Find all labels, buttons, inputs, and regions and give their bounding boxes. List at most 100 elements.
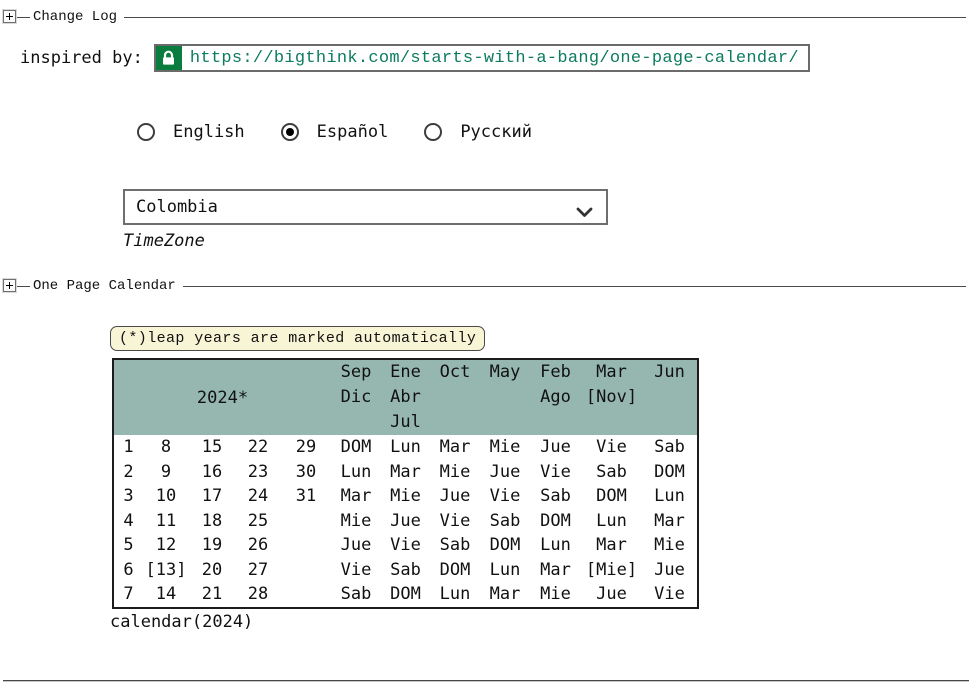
section-one-page-calendar: One Page Calendar <box>3 278 966 296</box>
calendar-cell: 19 <box>189 533 235 558</box>
calendar-cell: DOM <box>642 460 698 485</box>
calendar-cell: Lun <box>381 435 430 460</box>
calendar-cell: Sab <box>581 460 642 485</box>
timezone-dropdown[interactable]: Colombia <box>123 189 608 225</box>
calendar-cell: Mar <box>581 533 642 558</box>
expand-plus-icon[interactable] <box>3 10 16 23</box>
calendar-cell: Sab <box>331 582 381 608</box>
calendar-cell: [13] <box>143 558 189 583</box>
section-change-log: Change Log <box>3 9 966 27</box>
radio-option-russian[interactable]: Русский <box>424 122 532 142</box>
expand-plus-icon[interactable] <box>3 279 16 292</box>
one-page-calendar-table: 2024* Sep Dic Ene Abr Jul Oct May <box>112 358 699 609</box>
radio-label-english[interactable]: English <box>173 122 245 142</box>
calendar-year: 2024* <box>114 360 331 435</box>
calendar-row: 4 11 18 25 Mie Jue Vie Sab DOM Lun Mar <box>113 509 698 534</box>
calendar-year-cell: 2024* <box>113 359 331 435</box>
calendar-cell: 18 <box>189 509 235 534</box>
calendar-cell: Sab <box>381 558 430 583</box>
timezone-caption: TimeZone <box>123 231 205 251</box>
radio-button-russian[interactable] <box>424 123 442 141</box>
calendar-cell: Jue <box>331 533 381 558</box>
calendar-row: 6 [13] 20 27 Vie Sab DOM Lun Mar [Mie] J… <box>113 558 698 583</box>
calendar-cell: Mie <box>480 435 530 460</box>
calendar-cell: Mie <box>642 533 698 558</box>
calendar-cell: Mie <box>430 460 480 485</box>
calendar-cell <box>281 533 331 558</box>
calendar-cell: 7 <box>113 582 143 608</box>
calendar-month-column: Feb Ago <box>530 359 581 435</box>
url-text[interactable]: https://bigthink.com/starts-with-a-bang/… <box>182 46 808 70</box>
calendar-cell: Vie <box>331 558 381 583</box>
calendar-cell: 1 <box>113 435 143 460</box>
calendar-cell: Mar <box>331 484 381 509</box>
calendar-cell: 2 <box>113 460 143 485</box>
section-rule <box>3 17 966 18</box>
calendar-cell: Jue <box>430 484 480 509</box>
calendar-cell <box>281 558 331 583</box>
calendar-cell: DOM <box>480 533 530 558</box>
calendar-cell: Sab <box>480 509 530 534</box>
calendar-cell: Jue <box>642 558 698 583</box>
calendar-cell: 17 <box>189 484 235 509</box>
calendar-cell: 23 <box>235 460 281 485</box>
plus-icon-bar <box>9 282 10 289</box>
calendar-cell: Mar <box>381 460 430 485</box>
calendar-row: 1 8 15 22 29 DOM Lun Mar Mie Jue Vie Sab <box>113 435 698 460</box>
calendar-cell: 28 <box>235 582 281 608</box>
radio-option-espanol[interactable]: Español <box>281 122 389 142</box>
inspired-by-label: inspired by: <box>20 48 143 68</box>
calendar-cell: Mie <box>530 582 581 608</box>
calendar-header-row: 2024* Sep Dic Ene Abr Jul Oct May <box>113 359 698 435</box>
calendar-cell: Lun <box>581 509 642 534</box>
calendar-cell: 15 <box>189 435 235 460</box>
calendar-month-column: Ene Abr Jul <box>381 359 430 435</box>
calendar-cell: Mie <box>381 484 430 509</box>
calendar-cell: Mar <box>430 435 480 460</box>
calendar-cell: 10 <box>143 484 189 509</box>
calendar-cell: 6 <box>113 558 143 583</box>
radio-button-english[interactable] <box>137 123 155 141</box>
calendar-cell: Jue <box>381 509 430 534</box>
calendar-cell: Vie <box>581 435 642 460</box>
radio-label-russian[interactable]: Русский <box>460 122 532 142</box>
calendar-cell: DOM <box>381 582 430 608</box>
calendar-cell: 26 <box>235 533 281 558</box>
calendar-cell: 16 <box>189 460 235 485</box>
calendar-cell: Mar <box>642 509 698 534</box>
calendar-cell: Vie <box>430 509 480 534</box>
calendar-month-column: Oct <box>430 359 480 435</box>
calendar-cell: Lun <box>642 484 698 509</box>
calendar-cell: 24 <box>235 484 281 509</box>
calendar-cell: Jue <box>530 435 581 460</box>
calendar-cell: 22 <box>235 435 281 460</box>
calendar-cell: Mar <box>530 558 581 583</box>
section-title-one-page-calendar: One Page Calendar <box>30 278 183 295</box>
calendar-cell: [Mie] <box>581 558 642 583</box>
calendar-cell: Sab <box>430 533 480 558</box>
calendar-cell: 14 <box>143 582 189 608</box>
inspired-by-row: inspired by: https://bigthink.com/starts… <box>20 44 810 72</box>
calendar-cell: DOM <box>331 435 381 460</box>
calendar-month-column: Sep Dic <box>331 359 381 435</box>
calendar-cell: Vie <box>530 460 581 485</box>
url-input[interactable]: https://bigthink.com/starts-with-a-bang/… <box>154 44 810 72</box>
calendar-cell: 29 <box>281 435 331 460</box>
radio-label-espanol[interactable]: Español <box>317 122 389 142</box>
radio-button-espanol[interactable] <box>281 123 299 141</box>
calendar-cell: Vie <box>480 484 530 509</box>
calendar-cell: Mie <box>331 509 381 534</box>
calendar-cell: DOM <box>430 558 480 583</box>
calendar-cell: 31 <box>281 484 331 509</box>
radio-option-english[interactable]: English <box>137 122 245 142</box>
calendar-cell: 27 <box>235 558 281 583</box>
plus-icon-bar <box>9 13 10 20</box>
calendar-cell <box>281 509 331 534</box>
calendar-cell: 4 <box>113 509 143 534</box>
calendar-row: 7 14 21 28 Sab DOM Lun Mar Mie Jue Vie <box>113 582 698 608</box>
calendar-cell: Lun <box>530 533 581 558</box>
calendar-cell: Mar <box>480 582 530 608</box>
chevron-down-icon <box>576 203 593 222</box>
calendar-cell <box>281 582 331 608</box>
calendar-cell: Jue <box>480 460 530 485</box>
